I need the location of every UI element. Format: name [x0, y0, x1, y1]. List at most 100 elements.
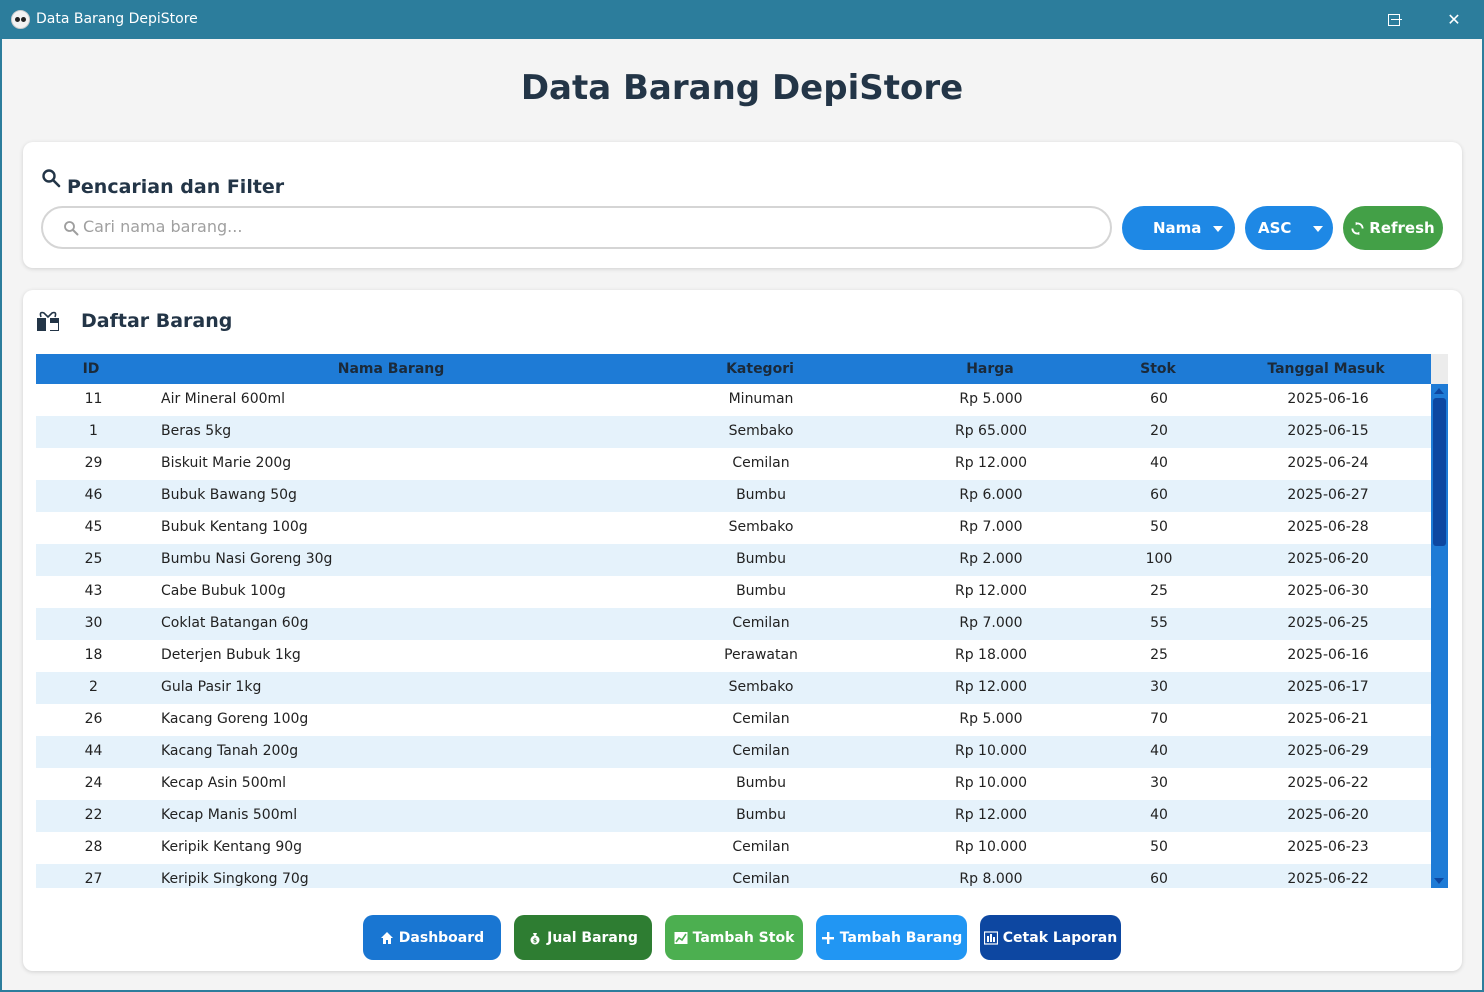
cell-tanggal: 2025-06-20	[1287, 807, 1369, 823]
column-header-id[interactable]: ID	[56, 361, 126, 377]
scrollbar-thumb[interactable]	[1433, 398, 1446, 546]
cell-id: 26	[84, 711, 103, 727]
cell-kategori: Sembako	[728, 423, 794, 439]
add-item-button[interactable]: Tambah Barang	[816, 915, 967, 960]
table-row[interactable]: 22 Kecap Manis 500ml Bumbu Rp 12.000 40 2025-…	[36, 800, 1431, 832]
sort-order-value: ASC	[1258, 219, 1292, 237]
cell-tanggal: 2025-06-16	[1287, 647, 1369, 663]
cell-nama: Keripik Singkong 70g	[161, 871, 309, 887]
sort-by-dropdown[interactable]: Nama	[1122, 206, 1235, 250]
scroll-down-arrow[interactable]	[1434, 878, 1444, 884]
column-header-stok[interactable]: Stok	[1108, 361, 1208, 377]
cell-nama: Deterjen Bubuk 1kg	[161, 647, 301, 663]
sell-item-label: Jual Barang	[547, 929, 638, 946]
scroll-up-arrow[interactable]	[1434, 388, 1444, 394]
table-row[interactable]: 46 Bubuk Bawang 50g Bumbu Rp 6.000 60 2025-06…	[36, 480, 1431, 512]
table-row[interactable]: 28 Keripik Kentang 90g Cemilan Rp 10.000 50 2…	[36, 832, 1431, 864]
cell-harga: Rp 10.000	[954, 743, 1028, 759]
column-header-harga[interactable]: Harga	[890, 361, 1090, 377]
svg-text:$: $	[533, 937, 537, 944]
close-icon[interactable]: ✕	[1425, 0, 1483, 39]
cell-harga: Rp 7.000	[959, 519, 1023, 535]
cell-tanggal: 2025-06-17	[1287, 679, 1369, 695]
cell-nama: Kecap Manis 500ml	[161, 807, 298, 823]
panda-icon	[11, 10, 30, 29]
table-row[interactable]: 29 Biskuit Marie 200g Cemilan Rp 12.000 40 20…	[36, 448, 1431, 480]
cell-tanggal: 2025-06-22	[1287, 775, 1369, 791]
package-icon	[37, 311, 59, 331]
cell-id: 25	[84, 551, 103, 567]
table-row[interactable]: 45 Bubuk Kentang 100g Sembako Rp 7.000 50 202…	[36, 512, 1431, 544]
maximize-icon[interactable]	[1365, 0, 1423, 39]
cell-nama: Cabe Bubuk 100g	[161, 583, 286, 599]
cell-harga: Rp 12.000	[954, 807, 1028, 823]
cell-stok: 30	[1150, 679, 1168, 695]
table-row[interactable]: 1 Beras 5kg Sembako Rp 65.000 20 2025-06-15	[36, 416, 1431, 448]
refresh-button[interactable]: Refresh	[1343, 206, 1443, 250]
cell-kategori: Bumbu	[736, 583, 786, 599]
table-row[interactable]: 26 Kacang Goreng 100g Cemilan Rp 5.000 70 202…	[36, 704, 1431, 736]
cell-nama: Kacang Tanah 200g	[161, 743, 299, 759]
cell-harga: Rp 6.000	[959, 487, 1023, 503]
plus-icon	[821, 931, 834, 944]
list-title: Daftar Barang	[81, 310, 233, 332]
refresh-icon	[1351, 221, 1364, 235]
window-title: Data Barang DepiStore	[36, 11, 198, 27]
table-row[interactable]: 43 Cabe Bubuk 100g Bumbu Rp 12.000 25 2025-06…	[36, 576, 1431, 608]
bar-chart-icon	[983, 930, 998, 945]
cell-id: 29	[84, 455, 103, 471]
table-row[interactable]: 27 Keripik Singkong 70g Cemilan Rp 8.000 60 2…	[36, 864, 1431, 888]
cell-tanggal: 2025-06-29	[1287, 743, 1369, 759]
search-input[interactable]	[83, 217, 1083, 236]
column-header-tanggal[interactable]: Tanggal Masuk	[1226, 361, 1426, 377]
cell-harga: Rp 5.000	[959, 711, 1023, 727]
cell-id: 24	[84, 775, 103, 791]
add-stock-button[interactable]: Tambah Stok	[665, 915, 803, 960]
cell-harga: Rp 8.000	[959, 871, 1023, 887]
table-scrollbar[interactable]	[1431, 354, 1448, 888]
print-report-label: Cetak Laporan	[1002, 929, 1118, 946]
cell-tanggal: 2025-06-30	[1287, 583, 1369, 599]
cell-nama: Bumbu Nasi Goreng 30g	[161, 551, 333, 567]
cell-kategori: Bumbu	[736, 487, 786, 503]
cell-kategori: Cemilan	[732, 743, 790, 759]
cell-harga: Rp 12.000	[954, 679, 1028, 695]
cell-nama: Kecap Asin 500ml	[161, 775, 287, 791]
cell-nama: Beras 5kg	[161, 423, 232, 439]
cell-kategori: Bumbu	[736, 807, 786, 823]
cell-kategori: Cemilan	[732, 871, 790, 887]
table-row[interactable]: 44 Kacang Tanah 200g Cemilan Rp 10.000 40 202…	[36, 736, 1431, 768]
cell-harga: Rp 2.000	[959, 551, 1023, 567]
cell-stok: 60	[1150, 871, 1168, 887]
column-header-kategori[interactable]: Kategori	[660, 361, 860, 377]
refresh-label: Refresh	[1369, 219, 1435, 237]
chevron-down-icon	[1213, 226, 1223, 232]
cell-nama: Gula Pasir 1kg	[161, 679, 262, 695]
print-report-button[interactable]: Cetak Laporan	[980, 915, 1121, 960]
table-row[interactable]: 30 Coklat Batangan 60g Cemilan Rp 7.000 55 20…	[36, 608, 1431, 640]
cell-harga: Rp 5.000	[959, 391, 1023, 407]
cell-id: 45	[84, 519, 103, 535]
sell-item-button[interactable]: $ Jual Barang	[514, 915, 652, 960]
search-field[interactable]	[41, 206, 1112, 249]
cell-stok: 50	[1150, 839, 1168, 855]
filter-card: Pencarian dan Filter Nama ASC Refresh	[23, 142, 1462, 268]
cell-tanggal: 2025-06-20	[1287, 551, 1369, 567]
column-header-nama[interactable]: Nama Barang	[191, 361, 591, 377]
dashboard-button[interactable]: Dashboard	[363, 915, 501, 960]
table-row[interactable]: 18 Deterjen Bubuk 1kg Perawatan Rp 18.000 25…	[36, 640, 1431, 672]
cell-kategori: Bumbu	[736, 551, 786, 567]
table-row[interactable]: 24 Kecap Asin 500ml Bumbu Rp 10.000 30 2025-0…	[36, 768, 1431, 800]
cell-nama: Keripik Kentang 90g	[161, 839, 303, 855]
cell-id: 28	[84, 839, 103, 855]
cell-tanggal: 2025-06-15	[1287, 423, 1369, 439]
cell-id: 1	[89, 423, 98, 439]
table-row[interactable]: 11 Air Mineral 600ml Minuman Rp 5.000 60 2025…	[36, 384, 1431, 416]
table-row[interactable]: 2 Gula Pasir 1kg Sembako Rp 12.000 30 2025-06…	[36, 672, 1431, 704]
table-row[interactable]: 25 Bumbu Nasi Goreng 30g Bumbu Rp 2.000 100 2…	[36, 544, 1431, 576]
cell-harga: Rp 10.000	[954, 775, 1028, 791]
chevron-down-icon	[1313, 226, 1323, 232]
sort-order-dropdown[interactable]: ASC	[1245, 206, 1333, 250]
cell-kategori: Perawatan	[724, 647, 798, 663]
search-icon	[64, 221, 79, 236]
